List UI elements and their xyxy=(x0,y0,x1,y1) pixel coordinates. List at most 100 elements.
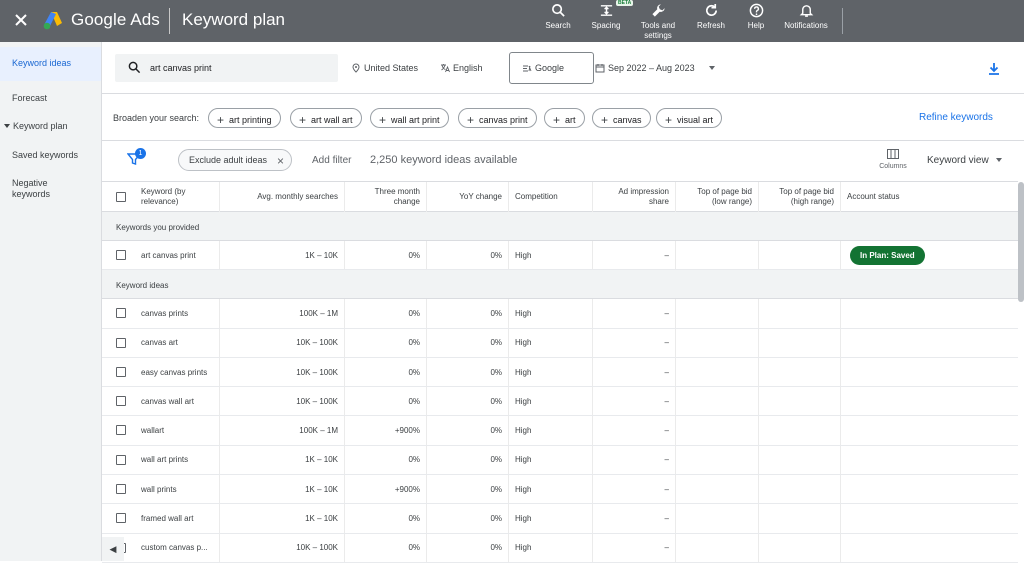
download-button[interactable] xyxy=(986,61,1002,77)
row-checkbox[interactable] xyxy=(116,396,126,407)
ad-impression-share-cell: – xyxy=(593,357,676,387)
date-range-selector[interactable]: Sep 2022 – Aug 2023 xyxy=(595,63,716,73)
table-row[interactable]: easy canvas prints 10K – 100K 0% 0% High – xyxy=(102,357,1018,388)
broaden-chip[interactable]: + canvas print xyxy=(458,108,537,128)
table-row[interactable]: framed wall art 1K – 10K 0% 0% High – xyxy=(102,504,1018,534)
three-month-change-cell: 0% xyxy=(345,357,427,387)
broaden-chip[interactable]: + art wall art xyxy=(290,108,362,128)
broaden-chip[interactable]: + art printing xyxy=(208,108,281,128)
scroll-left-button[interactable]: ◀ xyxy=(102,537,124,561)
column-header-keyword[interactable]: Keyword (by relevance) xyxy=(135,182,220,212)
refine-keywords-link[interactable]: Refine keywords xyxy=(919,112,993,123)
header-divider xyxy=(169,8,170,34)
close-icon[interactable]: × xyxy=(277,154,284,168)
chip-label: art printing xyxy=(229,115,272,125)
table-row[interactable]: art canvas print 1K – 10K 0% 0% High – In Plan… xyxy=(102,241,1018,271)
columns-label: Columns xyxy=(879,163,907,170)
keyword-cell: framed wall art xyxy=(135,504,220,533)
column-header-competition[interactable]: Competition xyxy=(509,182,593,212)
broaden-chip[interactable]: + visual art xyxy=(656,108,723,128)
avg-searches-cell: 10K – 100K xyxy=(220,328,345,357)
column-header-top-bid-low[interactable]: Top of page bid (low range) xyxy=(676,182,759,212)
network-selector[interactable]: Google xyxy=(509,52,594,84)
competition-cell: High xyxy=(509,357,593,387)
broaden-chip[interactable]: + wall art print xyxy=(370,108,449,128)
column-header-avg-monthly-searches[interactable]: Avg. monthly searches xyxy=(220,182,345,212)
keyword-view-label: Keyword view xyxy=(927,155,989,166)
account-status-cell xyxy=(841,446,1018,474)
add-filter-button[interactable]: Add filter xyxy=(312,155,351,166)
spacing-tool-label: Spacing xyxy=(591,21,621,30)
row-checkbox[interactable] xyxy=(116,250,126,260)
table-row[interactable]: wall art prints 1K – 10K 0% 0% High – xyxy=(102,445,1018,476)
column-header-yoy-change[interactable]: YoY change xyxy=(427,182,509,212)
keyword-view-dropdown[interactable]: Keyword view xyxy=(927,155,1003,166)
top-bid-low-cell xyxy=(676,299,759,328)
row-checkbox[interactable] xyxy=(116,425,126,436)
in-plan-status-badge[interactable]: In Plan: Saved xyxy=(850,245,925,265)
column-header-top-bid-high[interactable]: Top of page bid (high range) xyxy=(759,182,841,212)
three-month-change-cell: 0% xyxy=(345,387,427,416)
exclude-adult-ideas-chip[interactable]: Exclude adult ideas × xyxy=(178,149,293,171)
google-ads-logo-icon xyxy=(42,9,64,31)
column-header-three-month-change[interactable]: Three month change xyxy=(345,182,427,212)
location-selector[interactable]: United States xyxy=(351,63,418,73)
row-checkbox[interactable] xyxy=(116,454,126,465)
table-row[interactable]: canvas wall art 10K – 100K 0% 0% High – xyxy=(102,387,1018,417)
sidebar-item-saved-keywords[interactable]: Saved keywords xyxy=(0,150,101,161)
avg-searches-cell: 1K – 10K xyxy=(220,504,345,533)
column-header-ad-impression-share[interactable]: Ad impression share xyxy=(593,182,676,212)
plus-icon: + xyxy=(601,113,609,127)
provided-rows: art canvas print 1K – 10K 0% 0% High – In Plan… xyxy=(102,241,1018,271)
sidebar-item-keyword-plan[interactable]: Keyword plan xyxy=(0,121,101,132)
plus-icon: + xyxy=(217,113,225,127)
columns-icon xyxy=(887,149,899,159)
broaden-chip[interactable]: + art xyxy=(544,108,585,128)
three-month-change-cell: 0% xyxy=(345,241,427,270)
table-row[interactable]: canvas art 10K – 100K 0% 0% High – xyxy=(102,328,1018,358)
row-checkbox[interactable] xyxy=(116,513,126,524)
chevron-down-icon xyxy=(709,66,716,70)
sidebar-item-negative-keywords[interactable]: Negative keywords xyxy=(0,178,101,200)
yoy-change-cell: 0% xyxy=(427,328,509,357)
broaden-chip[interactable]: + canvas xyxy=(592,108,651,128)
search-tool-button[interactable]: Search xyxy=(541,3,575,31)
keyword-search-input[interactable]: art canvas print xyxy=(115,54,338,82)
select-all-checkbox[interactable] xyxy=(116,192,126,202)
sidebar-item-forecast[interactable]: Forecast xyxy=(0,93,101,104)
brand-name: Google Ads xyxy=(71,10,160,29)
vertical-scrollbar[interactable] xyxy=(1018,182,1024,302)
keyword-table: Keyword (by relevance) Avg. monthly searc… xyxy=(102,181,1018,563)
notifications-button[interactable]: Notifications xyxy=(778,3,834,31)
spacing-tool-button[interactable]: Spacing xyxy=(586,3,626,31)
competition-cell: High xyxy=(509,416,593,445)
three-month-change-cell: 0% xyxy=(345,504,427,533)
table-row[interactable]: wallart 100K – 1M +900% 0% High – xyxy=(102,416,1018,446)
column-header-account-status[interactable]: Account status xyxy=(841,182,1018,212)
table-row[interactable]: canvas prints 100K – 1M 0% 0% High – xyxy=(102,299,1018,329)
competition-cell: High xyxy=(509,475,593,504)
row-checkbox[interactable] xyxy=(116,366,126,377)
competition-cell: High xyxy=(509,504,593,533)
close-button[interactable] xyxy=(10,9,32,31)
tools-and-settings-button[interactable]: Tools and settings xyxy=(636,3,680,41)
language-selector[interactable]: English xyxy=(440,63,483,73)
date-range-value: Sep 2022 – Aug 2023 xyxy=(608,63,695,73)
table-row[interactable]: wall prints 1K – 10K +900% 0% High – xyxy=(102,475,1018,505)
account-status-cell xyxy=(841,504,1018,532)
search-icon xyxy=(128,61,141,74)
row-checkbox[interactable] xyxy=(116,484,126,495)
help-button[interactable]: Help xyxy=(742,3,770,31)
yoy-change-cell: 0% xyxy=(427,533,509,562)
sidebar-item-keyword-ideas[interactable]: Keyword ideas xyxy=(0,47,101,81)
refresh-button[interactable]: Refresh xyxy=(694,3,728,31)
row-checkbox[interactable] xyxy=(116,308,126,319)
search-tool-label: Search xyxy=(545,21,571,30)
plus-icon: + xyxy=(553,113,561,127)
top-bid-high-cell xyxy=(759,328,841,357)
row-checkbox[interactable] xyxy=(116,337,126,348)
network-icon xyxy=(523,65,532,72)
columns-button[interactable]: Columns xyxy=(873,149,913,170)
table-row[interactable]: custom canvas p... 10K – 100K 0% 0% High – xyxy=(102,533,1018,563)
competition-cell: High xyxy=(509,299,593,328)
